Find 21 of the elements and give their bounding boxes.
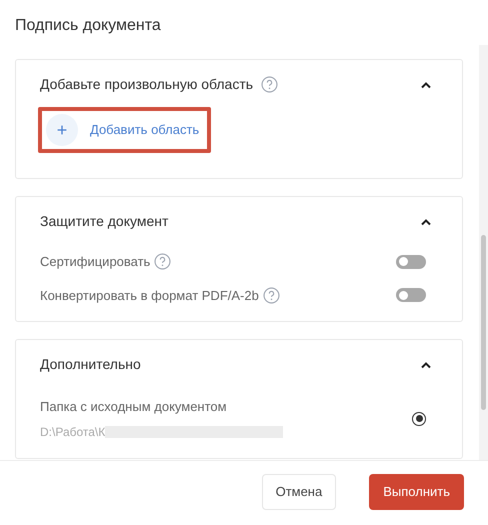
toggle-switch[interactable]: [396, 254, 426, 269]
toggle-label: Конвертировать в формат PDF/A-2b: [40, 286, 259, 305]
folder-path: D:\Работа\К: [40, 424, 106, 440]
dialog-title: Подпись документа: [15, 16, 162, 36]
option-label: Папка с исходным документом: [40, 398, 228, 416]
submit-button[interactable]: Выполнить: [369, 474, 464, 510]
cancel-button[interactable]: Отмена: [262, 474, 336, 510]
help-icon[interactable]: [261, 76, 278, 93]
help-icon[interactable]: [154, 253, 172, 270]
section-title: Добавьте произвольную область: [40, 75, 254, 94]
radio-button[interactable]: [412, 412, 426, 426]
help-icon[interactable]: [262, 286, 280, 304]
chevron-up-icon[interactable]: [420, 218, 432, 226]
plus-icon: +: [46, 114, 78, 146]
section-title: Защитите документ: [40, 212, 168, 231]
section-title: Дополнительно: [40, 355, 141, 374]
add-area-button[interactable]: + Добавить область: [38, 107, 212, 153]
chevron-up-icon[interactable]: [420, 80, 432, 88]
chevron-up-icon[interactable]: [420, 360, 432, 368]
toggle-switch[interactable]: [396, 288, 426, 302]
toggle-label: Сертифицировать: [40, 253, 150, 271]
